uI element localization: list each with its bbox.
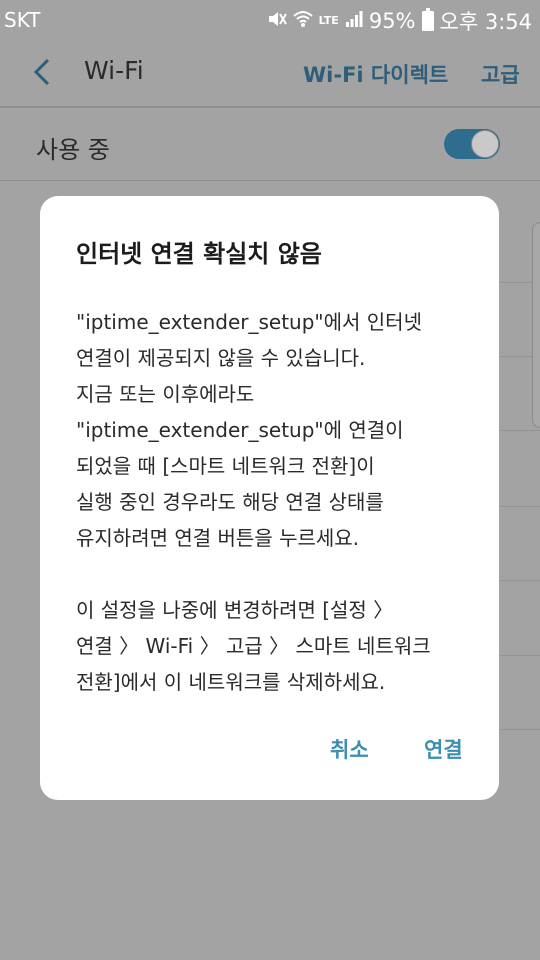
status-icons: LTE 95% 오후 3:54 xyxy=(267,6,532,36)
screen: SKT LTE 95% 오후 3:54 Wi-Fi Wi-Fi 다이렉트 고급 … xyxy=(0,0,540,960)
dialog-message-line: 실행 중인 경우라도 해당 연결 상태를 xyxy=(76,490,384,514)
dialog-message-line: "iptime_extender_setup"에서 인터넷 xyxy=(76,310,422,334)
internet-connection-dialog: 인터넷 연결 확실치 않음 "iptime_extender_setup"에서 … xyxy=(40,196,499,800)
dialog-message-line: "iptime_extender_setup"에 연결이 xyxy=(76,418,404,442)
battery-icon xyxy=(421,8,434,31)
row-divider xyxy=(0,180,540,181)
status-bar: SKT LTE 95% 오후 3:54 xyxy=(0,0,540,38)
wifi-toggle-row[interactable]: 사용 중 xyxy=(0,108,540,180)
dialog-message: "iptime_extender_setup"에서 인터넷 연결이 제공되지 않… xyxy=(76,304,476,700)
clock: 오후 3:54 xyxy=(439,10,532,34)
cancel-button[interactable]: 취소 xyxy=(330,734,369,764)
dialog-message-line: 연결이 제공되지 않을 수 있습니다. xyxy=(76,346,366,370)
back-arrow-icon[interactable] xyxy=(28,56,56,88)
dialog-message-line: 유지하려면 연결 버튼을 누르세요. xyxy=(76,526,360,550)
wifi-toggle-switch[interactable] xyxy=(444,129,500,159)
page-title: Wi-Fi xyxy=(84,56,144,85)
dialog-message-line: 지금 또는 이후에라도 xyxy=(76,382,255,406)
app-bar: Wi-Fi Wi-Fi 다이렉트 고급 xyxy=(0,38,540,106)
dialog-message-line: 되었을 때 [스마트 네트워크 전환]이 xyxy=(76,454,375,478)
wifi-direct-button[interactable]: Wi-Fi 다이렉트 xyxy=(303,59,448,89)
wifi-icon xyxy=(292,10,313,33)
battery-percent: 95% xyxy=(368,9,416,33)
advanced-button[interactable]: 고급 xyxy=(481,59,520,89)
mute-icon xyxy=(267,10,287,33)
lte-icon: LTE xyxy=(318,14,339,27)
dialog-title: 인터넷 연결 확실치 않음 xyxy=(76,240,322,268)
carrier-label: SKT xyxy=(4,8,41,32)
connect-button[interactable]: 연결 xyxy=(424,734,463,764)
wifi-toggle-label: 사용 중 xyxy=(36,136,110,164)
signal-icon xyxy=(345,10,363,33)
dialog-message-line: 연결 〉 Wi-Fi 〉 고급 〉 스마트 네트워크 xyxy=(76,634,431,658)
toggle-knob xyxy=(471,130,499,158)
edge-panel-handle[interactable] xyxy=(532,222,540,428)
dialog-message-line: 전환]에서 이 네트워크를 삭제하세요. xyxy=(76,670,386,694)
dialog-message-line: 이 설정을 나중에 변경하려면 [설정 〉 xyxy=(76,598,394,622)
